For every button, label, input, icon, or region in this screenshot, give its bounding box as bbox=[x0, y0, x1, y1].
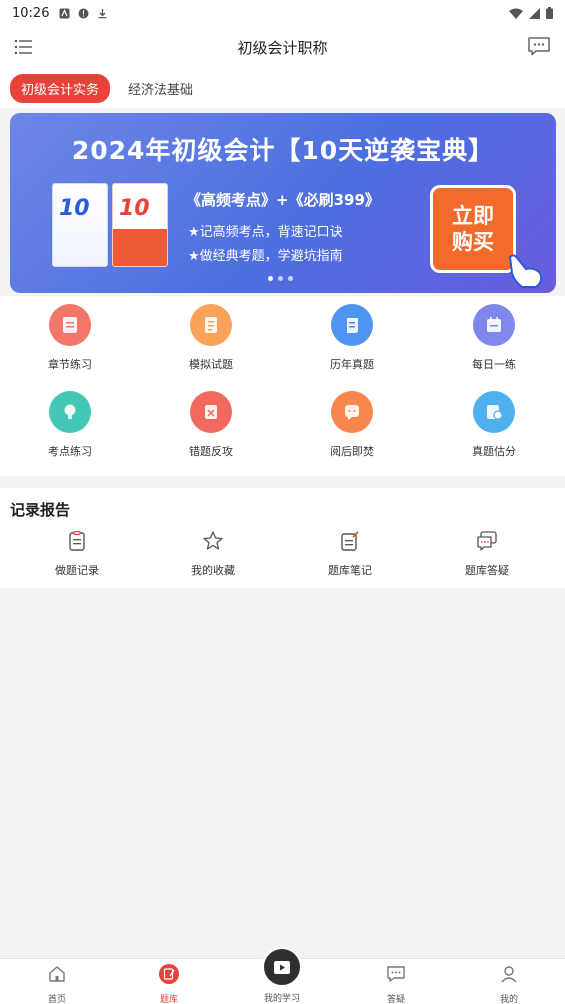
download-icon bbox=[98, 8, 107, 18]
feature-grid: 章节练习 模拟试题 历年真题 每日一练 考点练习 错题反攻 阅后即焚 真题估分 bbox=[0, 296, 565, 476]
nav-question-bank[interactable]: 题库 bbox=[129, 964, 209, 1004]
note-edit-icon bbox=[341, 531, 359, 551]
tab-economic-law[interactable]: 经济法基础 bbox=[124, 79, 197, 98]
nav-my-study-button[interactable] bbox=[262, 947, 302, 987]
status-time: 10:26 bbox=[12, 5, 50, 21]
lightbulb-icon bbox=[64, 404, 76, 419]
star-icon bbox=[203, 531, 223, 550]
subject-tabs: 初级会计实务 经济法基础 bbox=[0, 68, 565, 108]
nav-me[interactable]: 我的 bbox=[469, 964, 549, 1004]
notification-a-icon bbox=[59, 8, 70, 18]
feature-score-estimate[interactable]: 真题估分 bbox=[444, 391, 544, 459]
buy-now-label-2: 购买 bbox=[452, 230, 494, 254]
user-icon bbox=[501, 966, 517, 983]
book-number: 10 bbox=[59, 196, 90, 221]
chat-icon bbox=[387, 966, 405, 982]
feature-topic-practice[interactable]: 考点练习 bbox=[20, 391, 120, 459]
banner-title: 2024年初级会计【10天逆袭宝典】 bbox=[71, 136, 495, 165]
nav-label: 题库 bbox=[159, 995, 178, 1004]
feature-label: 错题反攻 bbox=[189, 445, 233, 458]
wifi-icon bbox=[509, 8, 523, 19]
record-label: 题库笔记 bbox=[328, 564, 372, 577]
home-icon bbox=[49, 966, 65, 982]
scroll-icon bbox=[347, 318, 358, 333]
play-tv-icon bbox=[274, 961, 290, 974]
nav-qa[interactable]: 答疑 bbox=[356, 964, 436, 1004]
book-number: 10 bbox=[119, 196, 150, 221]
book-cover-399: 10 bbox=[112, 183, 168, 267]
record-practice-history[interactable]: 做题记录 bbox=[27, 530, 127, 578]
flame-chat-icon bbox=[345, 405, 359, 420]
question-bank-icon bbox=[159, 964, 179, 984]
feature-label: 每日一练 bbox=[472, 358, 516, 371]
signal-icon bbox=[529, 7, 540, 19]
nav-label: 答疑 bbox=[386, 995, 405, 1004]
feature-error-review[interactable]: 错题反攻 bbox=[161, 391, 261, 459]
feature-label: 历年真题 bbox=[330, 358, 374, 371]
carousel-dot[interactable] bbox=[278, 276, 283, 281]
carousel-dot[interactable] bbox=[268, 276, 273, 281]
nav-label: 首页 bbox=[47, 995, 66, 1004]
calendar-icon bbox=[487, 317, 501, 332]
pointing-hand-icon bbox=[508, 254, 543, 288]
feature-mock-exam[interactable]: 模拟试题 bbox=[161, 304, 261, 372]
alert-icon bbox=[78, 8, 89, 18]
feature-chapter-practice[interactable]: 章节练习 bbox=[20, 304, 120, 372]
banner-headline: 《高频考点》+《必刷399》 bbox=[186, 191, 380, 209]
banner-point-1: ★记高频考点，背速记口诀 bbox=[188, 225, 343, 240]
status-bar: 10:26 bbox=[0, 0, 565, 26]
record-report-section: 记录报告 做题记录 我的收藏 题库笔记 题库答疑 bbox=[0, 488, 565, 588]
feature-daily-practice[interactable]: 每日一练 bbox=[444, 304, 544, 372]
record-qa[interactable]: 题库答疑 bbox=[437, 530, 537, 578]
record-favorites[interactable]: 我的收藏 bbox=[163, 530, 263, 578]
record-label: 题库答疑 bbox=[465, 564, 509, 577]
error-book-icon bbox=[205, 405, 217, 419]
estimate-icon bbox=[487, 405, 503, 420]
document-icon bbox=[63, 317, 77, 333]
carousel-dot[interactable] bbox=[288, 276, 293, 281]
buy-now-label-1: 立即 bbox=[452, 203, 494, 228]
record-notes[interactable]: 题库笔记 bbox=[300, 530, 400, 578]
record-label: 我的收藏 bbox=[191, 564, 235, 577]
tab-accounting-practice[interactable]: 初级会计实务 bbox=[10, 73, 111, 103]
exam-paper-icon bbox=[205, 317, 217, 333]
bottom-nav: 首页 题库 我的学习 答疑 我的 bbox=[0, 947, 565, 1004]
feature-past-exams[interactable]: 历年真题 bbox=[302, 304, 402, 372]
feature-burn-after-reading[interactable]: 阅后即焚 bbox=[302, 391, 402, 459]
book-cover-high-frequency: 10 bbox=[52, 183, 108, 267]
app-header: 初级会计职称 bbox=[0, 26, 565, 68]
carousel-dots bbox=[268, 276, 293, 281]
nav-home[interactable]: 首页 bbox=[17, 964, 97, 1004]
feature-label: 真题估分 bbox=[472, 445, 516, 458]
promo-banner[interactable]: 2024年初级会计【10天逆袭宝典】 10 10 《高频考点》+《必刷399》 … bbox=[10, 113, 556, 293]
page-title: 初级会计职称 bbox=[237, 38, 328, 57]
message-icon[interactable] bbox=[527, 36, 551, 56]
nav-label: 我的 bbox=[499, 995, 518, 1004]
feature-label: 模拟试题 bbox=[189, 358, 233, 371]
menu-list-icon[interactable] bbox=[14, 38, 34, 56]
banner-point-2: ★做经典考题，学避坑指南 bbox=[188, 249, 343, 264]
battery-icon bbox=[546, 7, 553, 19]
feature-label: 考点练习 bbox=[48, 445, 92, 458]
clipboard-icon bbox=[69, 530, 85, 551]
record-label: 做题记录 bbox=[55, 564, 99, 577]
feature-label: 章节练习 bbox=[48, 358, 92, 371]
chat-bubble-icon bbox=[477, 531, 497, 551]
feature-label: 阅后即焚 bbox=[330, 445, 374, 458]
nav-my-study-label: 我的学习 bbox=[263, 994, 300, 1004]
section-title: 记录报告 bbox=[10, 501, 71, 519]
